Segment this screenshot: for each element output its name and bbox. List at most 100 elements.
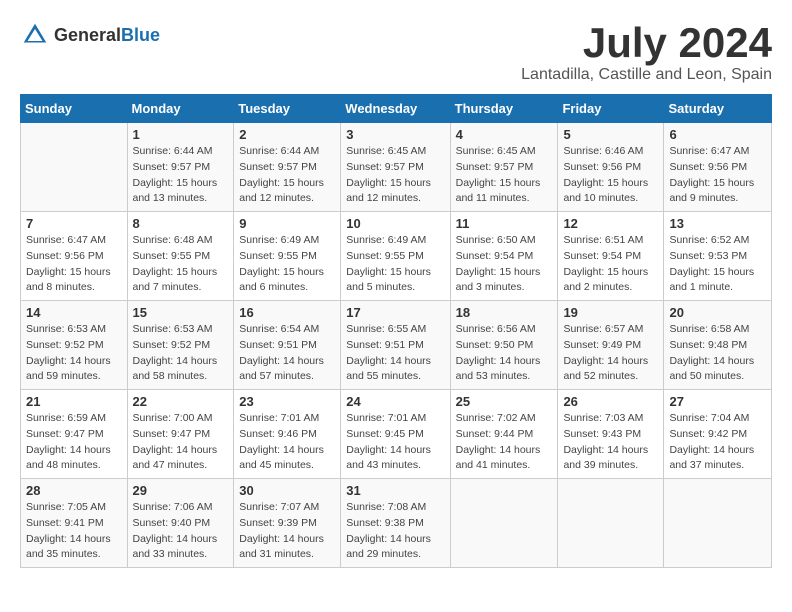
day-number: 9 — [239, 216, 335, 231]
title-block: July 2024 Lantadilla, Castille and Leon,… — [521, 20, 772, 84]
day-cell: 2 Sunrise: 6:44 AMSunset: 9:57 PMDaylight… — [234, 123, 341, 212]
day-cell: 16 Sunrise: 6:54 AMSunset: 9:51 PMDayligh… — [234, 301, 341, 390]
day-info: Sunrise: 6:55 AMSunset: 9:51 PMDaylight:… — [346, 322, 444, 385]
header-day-sunday: Sunday — [21, 95, 128, 123]
day-cell: 28 Sunrise: 7:05 AMSunset: 9:41 PMDayligh… — [21, 479, 128, 568]
day-cell: 24 Sunrise: 7:01 AMSunset: 9:45 PMDayligh… — [341, 390, 450, 479]
day-info: Sunrise: 6:53 AMSunset: 9:52 PMDaylight:… — [133, 322, 229, 385]
day-info: Sunrise: 7:04 AMSunset: 9:42 PMDaylight:… — [669, 411, 766, 474]
day-number: 22 — [133, 394, 229, 409]
day-info: Sunrise: 7:00 AMSunset: 9:47 PMDaylight:… — [133, 411, 229, 474]
week-row-1: 1 Sunrise: 6:44 AMSunset: 9:57 PMDaylight… — [21, 123, 772, 212]
day-info: Sunrise: 7:02 AMSunset: 9:44 PMDaylight:… — [456, 411, 553, 474]
day-cell: 23 Sunrise: 7:01 AMSunset: 9:46 PMDayligh… — [234, 390, 341, 479]
logo-text-general: General — [54, 25, 121, 45]
day-number: 24 — [346, 394, 444, 409]
day-info: Sunrise: 7:01 AMSunset: 9:46 PMDaylight:… — [239, 411, 335, 474]
day-number: 10 — [346, 216, 444, 231]
day-info: Sunrise: 7:07 AMSunset: 9:39 PMDaylight:… — [239, 500, 335, 563]
day-number: 6 — [669, 127, 766, 142]
day-info: Sunrise: 6:50 AMSunset: 9:54 PMDaylight:… — [456, 233, 553, 296]
calendar-table: SundayMondayTuesdayWednesdayThursdayFrid… — [20, 94, 772, 568]
day-number: 21 — [26, 394, 122, 409]
day-cell: 6 Sunrise: 6:47 AMSunset: 9:56 PMDaylight… — [664, 123, 772, 212]
logo-icon — [20, 20, 50, 50]
day-cell: 31Sunrise: 7:08 AMSunset: 9:38 PMDayligh… — [341, 479, 450, 568]
day-number: 18 — [456, 305, 553, 320]
day-cell: 13Sunrise: 6:52 AMSunset: 9:53 PMDayligh… — [664, 212, 772, 301]
day-cell: 20 Sunrise: 6:58 AMSunset: 9:48 PMDayligh… — [664, 301, 772, 390]
day-cell: 5Sunrise: 6:46 AMSunset: 9:56 PMDaylight… — [558, 123, 664, 212]
page-header: GeneralBlue July 2024 Lantadilla, Castil… — [20, 20, 772, 84]
day-number: 15 — [133, 305, 229, 320]
day-info: Sunrise: 7:03 AMSunset: 9:43 PMDaylight:… — [563, 411, 658, 474]
day-number: 5 — [563, 127, 658, 142]
week-row-4: 21Sunrise: 6:59 AMSunset: 9:47 PMDayligh… — [21, 390, 772, 479]
header-row: SundayMondayTuesdayWednesdayThursdayFrid… — [21, 95, 772, 123]
day-info: Sunrise: 6:44 AMSunset: 9:57 PMDaylight:… — [239, 144, 335, 207]
day-info: Sunrise: 6:56 AMSunset: 9:50 PMDaylight:… — [456, 322, 553, 385]
week-row-2: 7 Sunrise: 6:47 AMSunset: 9:56 PMDaylight… — [21, 212, 772, 301]
day-cell: 7 Sunrise: 6:47 AMSunset: 9:56 PMDaylight… — [21, 212, 128, 301]
day-number: 14 — [26, 305, 122, 320]
day-cell: 26 Sunrise: 7:03 AMSunset: 9:43 PMDayligh… — [558, 390, 664, 479]
day-info: Sunrise: 6:44 AMSunset: 9:57 PMDaylight:… — [133, 144, 229, 207]
day-number: 11 — [456, 216, 553, 231]
day-info: Sunrise: 6:45 AMSunset: 9:57 PMDaylight:… — [346, 144, 444, 207]
day-info: Sunrise: 6:49 AMSunset: 9:55 PMDaylight:… — [239, 233, 335, 296]
day-number: 30 — [239, 483, 335, 498]
day-info: Sunrise: 6:58 AMSunset: 9:48 PMDaylight:… — [669, 322, 766, 385]
day-cell: 11 Sunrise: 6:50 AMSunset: 9:54 PMDayligh… — [450, 212, 558, 301]
day-cell: 17Sunrise: 6:55 AMSunset: 9:51 PMDayligh… — [341, 301, 450, 390]
day-number: 20 — [669, 305, 766, 320]
day-cell: 25 Sunrise: 7:02 AMSunset: 9:44 PMDayligh… — [450, 390, 558, 479]
day-number: 29 — [133, 483, 229, 498]
day-info: Sunrise: 6:47 AMSunset: 9:56 PMDaylight:… — [26, 233, 122, 296]
day-cell: 18 Sunrise: 6:56 AMSunset: 9:50 PMDayligh… — [450, 301, 558, 390]
day-info: Sunrise: 7:01 AMSunset: 9:45 PMDaylight:… — [346, 411, 444, 474]
day-number: 12 — [563, 216, 658, 231]
header-day-saturday: Saturday — [664, 95, 772, 123]
day-info: Sunrise: 6:47 AMSunset: 9:56 PMDaylight:… — [669, 144, 766, 207]
week-row-5: 28 Sunrise: 7:05 AMSunset: 9:41 PMDayligh… — [21, 479, 772, 568]
header-day-thursday: Thursday — [450, 95, 558, 123]
day-cell: 21Sunrise: 6:59 AMSunset: 9:47 PMDayligh… — [21, 390, 128, 479]
header-day-tuesday: Tuesday — [234, 95, 341, 123]
day-number: 7 — [26, 216, 122, 231]
day-cell: 3 Sunrise: 6:45 AMSunset: 9:57 PMDaylight… — [341, 123, 450, 212]
day-cell: 22 Sunrise: 7:00 AMSunset: 9:47 PMDayligh… — [127, 390, 234, 479]
calendar-location: Lantadilla, Castille and Leon, Spain — [521, 66, 772, 84]
day-cell: 1 Sunrise: 6:44 AMSunset: 9:57 PMDaylight… — [127, 123, 234, 212]
day-cell: 15 Sunrise: 6:53 AMSunset: 9:52 PMDayligh… — [127, 301, 234, 390]
day-number: 3 — [346, 127, 444, 142]
day-cell: 12Sunrise: 6:51 AMSunset: 9:54 PMDayligh… — [558, 212, 664, 301]
day-number: 26 — [563, 394, 658, 409]
day-cell — [21, 123, 128, 212]
header-day-wednesday: Wednesday — [341, 95, 450, 123]
day-number: 31 — [346, 483, 444, 498]
day-number: 4 — [456, 127, 553, 142]
day-cell: 8Sunrise: 6:48 AMSunset: 9:55 PMDaylight… — [127, 212, 234, 301]
day-info: Sunrise: 7:05 AMSunset: 9:41 PMDaylight:… — [26, 500, 122, 563]
day-info: Sunrise: 6:48 AMSunset: 9:55 PMDaylight:… — [133, 233, 229, 296]
day-number: 2 — [239, 127, 335, 142]
header-day-monday: Monday — [127, 95, 234, 123]
day-info: Sunrise: 6:54 AMSunset: 9:51 PMDaylight:… — [239, 322, 335, 385]
day-number: 25 — [456, 394, 553, 409]
day-number: 1 — [133, 127, 229, 142]
day-info: Sunrise: 7:06 AMSunset: 9:40 PMDaylight:… — [133, 500, 229, 563]
day-cell: 14Sunrise: 6:53 AMSunset: 9:52 PMDayligh… — [21, 301, 128, 390]
day-number: 23 — [239, 394, 335, 409]
day-number: 19 — [563, 305, 658, 320]
day-cell: 30 Sunrise: 7:07 AMSunset: 9:39 PMDayligh… — [234, 479, 341, 568]
calendar-title: July 2024 — [521, 20, 772, 66]
logo: GeneralBlue — [20, 20, 160, 50]
day-cell: 19Sunrise: 6:57 AMSunset: 9:49 PMDayligh… — [558, 301, 664, 390]
day-cell — [558, 479, 664, 568]
header-day-friday: Friday — [558, 95, 664, 123]
day-number: 28 — [26, 483, 122, 498]
day-info: Sunrise: 6:52 AMSunset: 9:53 PMDaylight:… — [669, 233, 766, 296]
day-number: 16 — [239, 305, 335, 320]
day-cell: 27Sunrise: 7:04 AMSunset: 9:42 PMDayligh… — [664, 390, 772, 479]
day-cell: 9 Sunrise: 6:49 AMSunset: 9:55 PMDaylight… — [234, 212, 341, 301]
